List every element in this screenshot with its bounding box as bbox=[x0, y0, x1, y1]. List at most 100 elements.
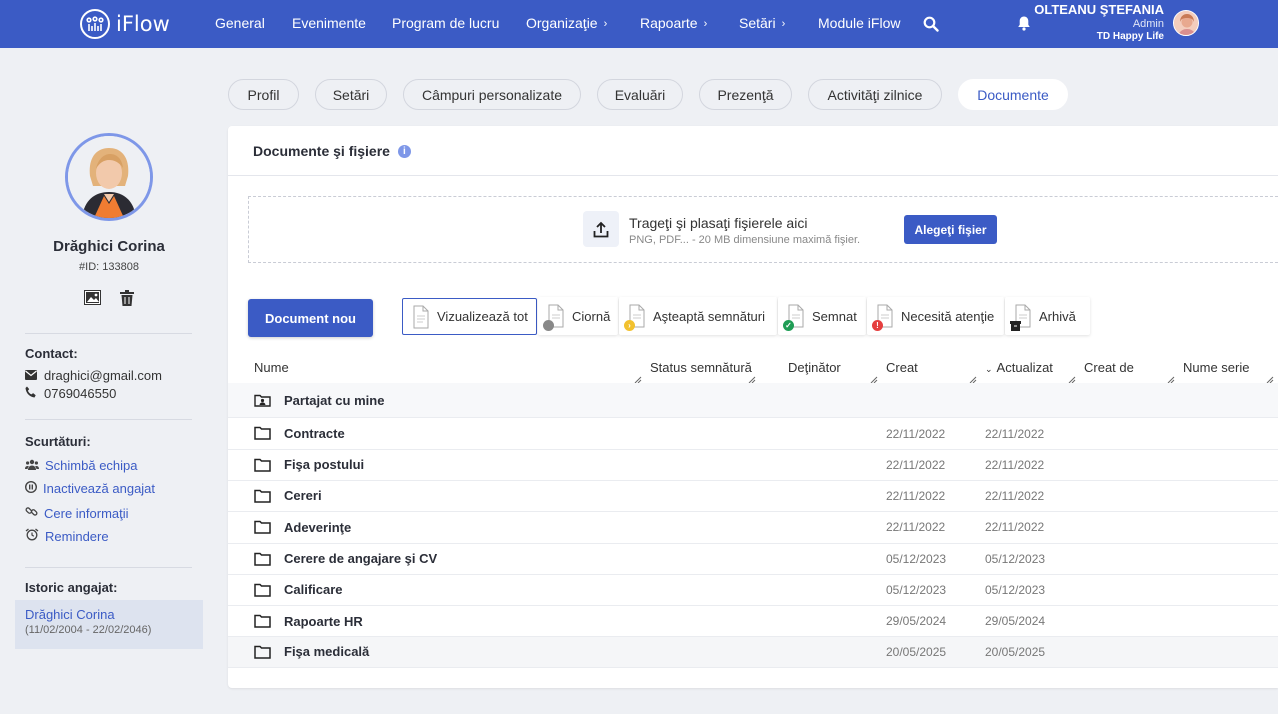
nav-label: Rapoarte bbox=[640, 15, 698, 31]
column-resize-handle-icon[interactable] bbox=[1167, 372, 1175, 384]
table-row[interactable]: Fişa medicală 20/05/2025 20/05/2025 bbox=[228, 637, 1278, 668]
table-row[interactable]: Contracte 22/11/2022 22/11/2022 bbox=[228, 418, 1278, 450]
new-document-button[interactable]: Document nou bbox=[248, 299, 373, 337]
tab-profil[interactable]: Profil bbox=[228, 79, 299, 110]
nav-label: Setări bbox=[739, 15, 776, 31]
column-label: Actualizat bbox=[996, 360, 1053, 375]
table-row[interactable]: Cereri 22/11/2022 22/11/2022 bbox=[228, 481, 1278, 512]
nav-evenimente[interactable]: Evenimente bbox=[292, 15, 366, 31]
nav-general[interactable]: General bbox=[215, 15, 265, 31]
image-icon[interactable] bbox=[84, 290, 101, 308]
filter-archive[interactable]: Arhivă bbox=[1005, 297, 1090, 335]
row-name: Contracte bbox=[284, 426, 345, 441]
search-icon[interactable] bbox=[923, 16, 939, 35]
nav-module-iflow[interactable]: Module iFlow bbox=[818, 15, 900, 31]
employee-avatar bbox=[65, 133, 153, 221]
tab-label: Profil bbox=[247, 86, 280, 103]
dropzone-main-text: Trageţi şi plasaţi fişierele aici bbox=[629, 215, 808, 231]
nav-setari[interactable]: Setări › bbox=[739, 15, 785, 31]
shortcut-change-team[interactable]: Schimbă echipa bbox=[25, 458, 138, 473]
tab-prezenta[interactable]: Prezenţă bbox=[699, 79, 792, 110]
sort-desc-icon: ⌄ bbox=[985, 364, 993, 374]
employee-sidebar: Drăghici Corina #ID: 133808 Contact: dra… bbox=[0, 48, 212, 714]
iflow-logo[interactable]: iFlow bbox=[80, 9, 170, 39]
filter-label: Vizualizează tot bbox=[437, 309, 528, 324]
tab-campuri-personalizate[interactable]: Câmpuri personalizate bbox=[403, 79, 581, 110]
user-company: TD Happy Life bbox=[1096, 30, 1164, 42]
shortcut-label: Inactivează angajat bbox=[43, 481, 156, 496]
column-resize-handle-icon[interactable] bbox=[1068, 372, 1076, 384]
current-user-info[interactable]: OLTEANU ŞTEFANIA Admin TD Happy Life bbox=[1034, 2, 1164, 42]
info-icon[interactable]: i bbox=[397, 144, 411, 158]
row-updated-date: 29/05/2024 bbox=[985, 614, 1046, 628]
table-row[interactable]: Adeverinţe 22/11/2022 22/11/2022 bbox=[228, 512, 1278, 544]
row-updated-date: 22/11/2022 bbox=[985, 427, 1045, 441]
divider bbox=[25, 567, 192, 568]
table-row[interactable]: Calificare 05/12/2023 05/12/2023 bbox=[228, 575, 1278, 606]
filter-needs-attention[interactable]: ! Necesită atenţie bbox=[867, 297, 1004, 335]
nav-label: Evenimente bbox=[292, 15, 366, 31]
shortcut-label: Remindere bbox=[45, 528, 109, 544]
row-name: Fişa postului bbox=[284, 457, 365, 472]
column-header-name[interactable]: Nume bbox=[254, 360, 289, 375]
trash-icon[interactable] bbox=[120, 290, 134, 309]
shortcut-request-info[interactable]: Cere informaţii bbox=[25, 505, 129, 521]
column-header-signature-status[interactable]: Status semnătură bbox=[650, 360, 752, 375]
contact-email[interactable]: draghici@gmail.com bbox=[25, 368, 162, 383]
nav-rapoarte[interactable]: Rapoarte › bbox=[640, 15, 707, 31]
tab-setari[interactable]: Setări bbox=[315, 79, 387, 110]
column-resize-handle-icon[interactable] bbox=[870, 372, 878, 384]
shortcut-deactivate-employee[interactable]: Inactivează angajat bbox=[24, 480, 156, 496]
draft-status-icon bbox=[543, 320, 554, 331]
column-resize-handle-icon[interactable] bbox=[969, 372, 977, 384]
arrow-status-icon: › bbox=[624, 320, 635, 331]
column-resize-handle-icon[interactable] bbox=[634, 372, 642, 384]
folder-icon bbox=[254, 426, 271, 443]
chevron-right-icon: › bbox=[703, 18, 708, 30]
bell-icon[interactable] bbox=[1017, 15, 1031, 34]
row-updated-date: 22/11/2022 bbox=[985, 520, 1045, 534]
history-period: (11/02/2004 - 22/02/2046) bbox=[25, 624, 152, 636]
row-created-date: 29/05/2024 bbox=[886, 614, 947, 628]
row-name: Partajat cu mine bbox=[284, 393, 385, 408]
nav-organizatie[interactable]: Organizaţie › bbox=[526, 15, 607, 31]
contact-phone[interactable]: 0769046550 bbox=[25, 386, 116, 401]
table-row[interactable]: Cerere de angajare şi CV 05/12/2023 05/1… bbox=[228, 544, 1278, 575]
column-header-updated[interactable]: ⌄ Actualizat bbox=[985, 360, 1053, 375]
filter-signed[interactable]: ✓ Semnat bbox=[778, 297, 866, 335]
table-row[interactable]: Fişa postului 22/11/2022 22/11/2022 bbox=[228, 450, 1278, 481]
column-header-series-name[interactable]: Nume serie bbox=[1183, 360, 1249, 375]
column-resize-handle-icon[interactable] bbox=[748, 372, 756, 384]
table-row[interactable]: Rapoarte HR 29/05/2024 29/05/2024 bbox=[228, 606, 1278, 637]
alert-status-icon: ! bbox=[872, 320, 883, 331]
file-dropzone[interactable]: Trageţi şi plasaţi fişierele aici PNG, P… bbox=[248, 196, 1278, 263]
divider bbox=[228, 175, 1278, 176]
filter-label: Necesită atenţie bbox=[901, 308, 995, 324]
filter-awaiting-signatures[interactable]: › Aşteaptă semnături bbox=[619, 297, 777, 335]
history-item[interactable]: Drăghici Corina (11/02/2004 - 22/02/2046… bbox=[15, 600, 203, 649]
filter-label: Arhivă bbox=[1039, 308, 1076, 324]
document-icon bbox=[543, 304, 566, 331]
folder-icon bbox=[254, 552, 271, 569]
panel-title-text: Documente şi fişiere bbox=[253, 143, 390, 159]
tab-activitati-zilnice[interactable]: Activităţi zilnice bbox=[808, 79, 942, 110]
row-created-date: 05/12/2023 bbox=[886, 583, 947, 597]
column-header-created[interactable]: Creat bbox=[886, 360, 918, 375]
tab-documente[interactable]: Documente bbox=[958, 79, 1068, 110]
table-row[interactable]: Partajat cu mine bbox=[228, 383, 1278, 418]
column-header-created-by[interactable]: Creat de bbox=[1084, 360, 1134, 375]
shortcut-reminders[interactable]: Remindere bbox=[25, 528, 109, 544]
link-icon bbox=[25, 505, 38, 521]
choose-file-button[interactable]: Alegeţi fişier bbox=[904, 215, 997, 244]
row-name: Calificare bbox=[284, 582, 343, 597]
column-resize-handle-icon[interactable] bbox=[1266, 372, 1274, 384]
upload-icon bbox=[583, 211, 619, 247]
nav-program-de-lucru[interactable]: Program de lucru bbox=[392, 15, 499, 31]
shortcut-label: Cere informaţii bbox=[44, 505, 129, 521]
filter-view-all[interactable]: Vizualizează tot bbox=[402, 298, 537, 335]
folder-icon bbox=[254, 458, 271, 475]
filter-draft[interactable]: Ciornă bbox=[538, 297, 618, 335]
user-avatar[interactable] bbox=[1173, 10, 1199, 36]
tab-evaluari[interactable]: Evaluări bbox=[597, 79, 683, 110]
column-header-owner[interactable]: Deţinător bbox=[788, 360, 841, 375]
